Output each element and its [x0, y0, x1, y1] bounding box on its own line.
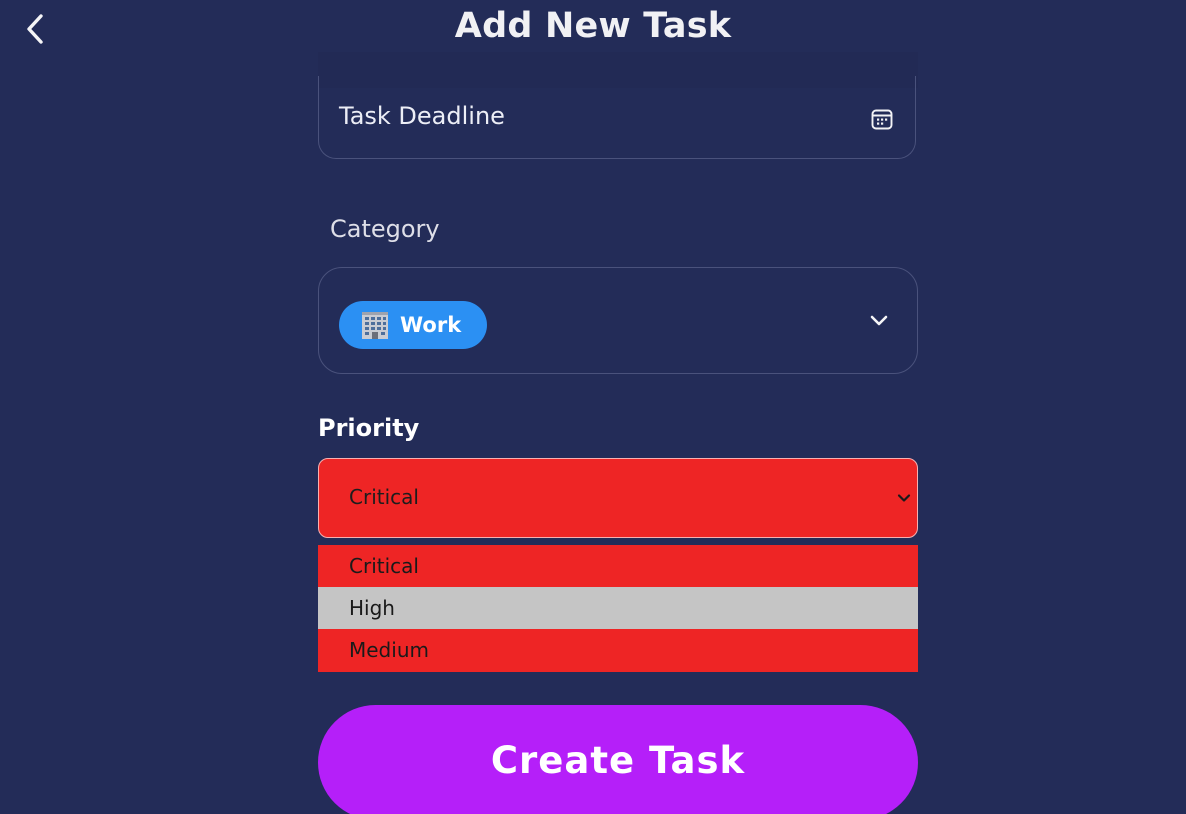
create-task-button[interactable]: Create Task — [318, 705, 918, 814]
task-deadline-field[interactable]: Task Deadline — [318, 76, 916, 159]
priority-select[interactable]: Critical — [318, 458, 918, 538]
chevron-down-icon[interactable] — [868, 310, 890, 332]
page-title: Add New Task — [454, 6, 732, 46]
category-chip-label: Work — [400, 313, 462, 337]
calendar-icon[interactable] — [870, 107, 894, 131]
chevron-down-icon — [897, 494, 911, 502]
priority-dropdown-list: Critical High Medium — [318, 545, 918, 672]
priority-label: Priority — [318, 414, 420, 442]
priority-selected-value: Critical — [349, 485, 419, 509]
priority-option-high[interactable]: High — [318, 587, 918, 629]
category-select[interactable]: Work — [318, 267, 918, 374]
add-task-page: Add New Task Task Deadline Category Work… — [0, 0, 1186, 814]
category-chip-work[interactable]: Work — [339, 301, 487, 349]
priority-option-medium[interactable]: Medium — [318, 629, 918, 671]
category-label: Category — [330, 215, 440, 243]
deadline-placeholder: Task Deadline — [339, 102, 505, 130]
priority-option-critical[interactable]: Critical — [318, 545, 918, 587]
office-building-icon — [362, 312, 388, 339]
